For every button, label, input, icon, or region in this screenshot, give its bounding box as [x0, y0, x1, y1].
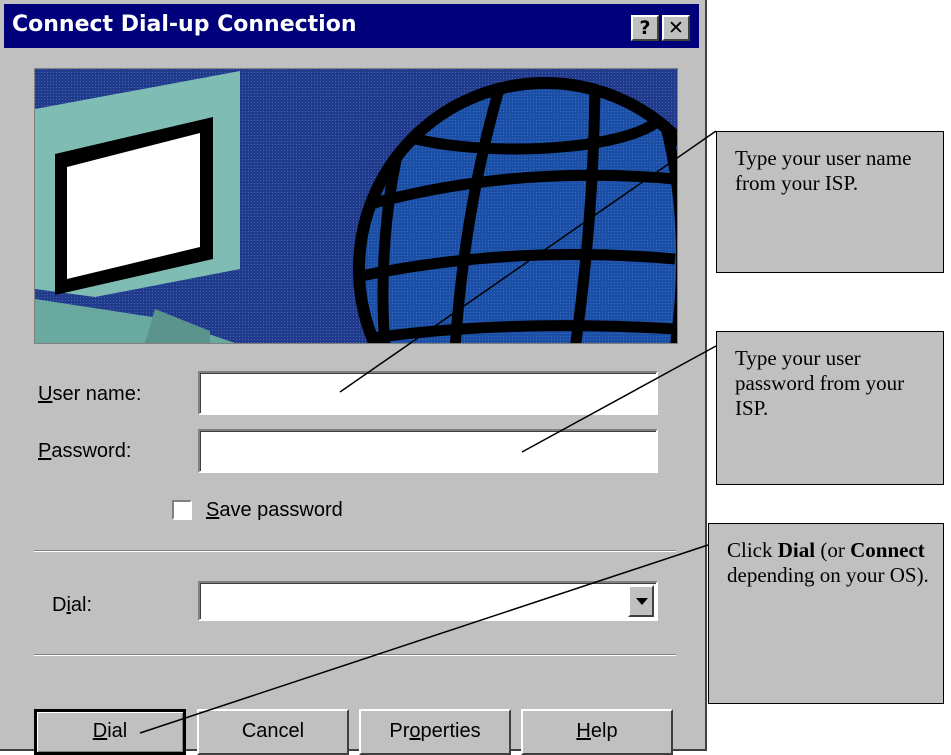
dial-up-dialog: Connect Dial-up Connection ? ✕ User name…	[0, 0, 707, 755]
dial-label: Dial:	[52, 594, 93, 616]
save-password-label[interactable]: Save password	[206, 499, 343, 522]
dial-number-dropdown[interactable]	[198, 581, 658, 621]
cancel-button[interactable]: Cancel	[197, 709, 349, 755]
title-bar[interactable]: Connect Dial-up Connection ? ✕	[4, 4, 699, 48]
dial-button[interactable]: Dial	[34, 709, 186, 755]
save-password-checkbox[interactable]	[172, 500, 192, 520]
properties-button[interactable]: Properties	[359, 709, 511, 755]
help-title-button[interactable]: ?	[631, 15, 659, 41]
dial-callout: Click Dial (or Connect depending on your…	[708, 523, 944, 704]
banner-illustration	[35, 69, 677, 343]
separator	[34, 654, 676, 656]
username-callout: Type your user name from your ISP.	[716, 131, 944, 273]
connection-banner	[34, 68, 678, 344]
help-button[interactable]: Help	[521, 709, 673, 755]
close-icon[interactable]: ✕	[662, 15, 690, 41]
password-label: Password:	[38, 440, 132, 462]
username-input[interactable]	[198, 371, 658, 415]
password-callout: Type your user password from your ISP.	[716, 331, 944, 485]
password-input[interactable]	[198, 429, 658, 473]
username-label: User name:	[38, 383, 142, 405]
separator	[34, 550, 676, 552]
chevron-down-icon[interactable]	[628, 585, 654, 617]
window-title: Connect Dial-up Connection	[12, 12, 357, 37]
